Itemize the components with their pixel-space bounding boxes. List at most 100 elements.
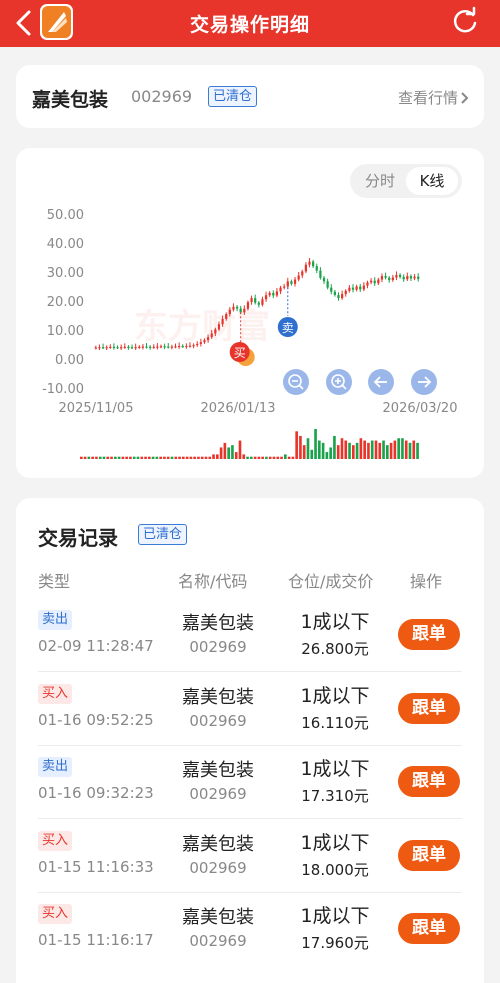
candle-body	[293, 279, 297, 284]
view-quote-link[interactable]: 查看行情	[398, 87, 470, 108]
volume-bar	[151, 456, 155, 459]
candle-body	[145, 346, 148, 348]
volume-bar	[359, 438, 363, 459]
candle-body	[225, 314, 228, 319]
candle-body	[348, 287, 351, 291]
trade-row: 卖出 02-09 11:28:47 嘉美包装 002969 1成以下 26.800元 跟单	[16, 599, 484, 672]
candle-body	[275, 291, 279, 296]
candle-body	[369, 280, 373, 283]
trade-type-badge: 卖出	[38, 757, 73, 777]
x-tick-label: 2025/11/05	[59, 401, 134, 416]
tab-kline[interactable]: K线	[406, 167, 458, 195]
volume-bar	[242, 454, 246, 459]
candle-body	[373, 280, 376, 284]
candle-body	[221, 318, 224, 325]
sell-marker-label: 卖	[282, 321, 294, 335]
volume-bar	[325, 452, 329, 459]
volume-bar	[306, 438, 310, 459]
chart-tab-group: 分时 K线	[350, 164, 462, 198]
candle-body	[239, 308, 242, 313]
volume-bar	[336, 445, 340, 459]
follow-button[interactable]: 跟单	[398, 766, 460, 797]
view-quote-label: 查看行情	[397, 89, 458, 107]
candle-body	[210, 333, 213, 338]
candle-body	[351, 287, 355, 290]
candle-body	[192, 345, 195, 347]
volume-bar	[159, 456, 162, 459]
trade-records-card: 交易记录 已清仓 类型 名称/代码 仓位/成交价 操作 卖出 02-09 11:2…	[16, 498, 484, 983]
volume-bar	[329, 447, 332, 459]
stock-code: 002969	[131, 87, 193, 106]
candle-body	[330, 287, 333, 292]
volume-bar	[397, 438, 400, 459]
candle-body	[127, 346, 130, 349]
candle-body	[185, 345, 188, 348]
candle-body	[141, 346, 145, 348]
volume-bar	[348, 442, 351, 459]
volume-bar	[189, 456, 193, 459]
y-tick-label: 50.00	[47, 208, 84, 223]
volume-bar	[318, 440, 321, 459]
zoom-out-icon[interactable]	[283, 369, 309, 395]
follow-button[interactable]: 跟单	[398, 840, 460, 871]
volume-bar	[208, 456, 212, 459]
volume-bar	[155, 456, 159, 459]
trade-stock-code: 002969	[189, 712, 247, 730]
volume-bar	[144, 456, 147, 459]
refresh-icon[interactable]	[450, 6, 480, 36]
volume-bar	[246, 456, 249, 459]
candle-body	[359, 286, 362, 290]
candle-body	[105, 347, 108, 349]
candle-body	[257, 302, 260, 305]
candle-body	[362, 285, 365, 290]
candle-body	[406, 276, 409, 280]
volume-bar	[83, 456, 87, 459]
volume-bar	[378, 442, 382, 459]
candle-body	[261, 299, 264, 305]
column-type: 类型	[38, 572, 71, 591]
volume-bar	[216, 454, 219, 459]
trade-time: 01-16 09:52:25	[38, 711, 154, 729]
chevron-right-icon	[461, 91, 469, 104]
tab-fenshi[interactable]: 分时	[354, 167, 406, 195]
volume-bar	[114, 456, 117, 459]
volume-bar	[95, 456, 98, 459]
page-title: 交易操作明细	[189, 14, 310, 36]
x-tick-label: 2026/03/20	[383, 401, 458, 416]
chart-card: 东方财富 50.00 40.00 30.00 20.00 10.00 0.00 -10.00 2…	[16, 148, 484, 478]
volume-bar	[268, 456, 272, 459]
follow-button[interactable]: 跟单	[398, 619, 460, 650]
volume-bar	[212, 454, 215, 459]
y-tick-label: 0.00	[55, 353, 84, 368]
candle-body	[366, 282, 369, 286]
candle-body	[254, 298, 257, 303]
zoom-in-icon[interactable]	[326, 369, 352, 395]
volume-bar	[382, 440, 385, 459]
candle-body	[94, 347, 97, 349]
watermark: 东方财富	[134, 307, 270, 347]
volume-bar	[238, 440, 242, 459]
trade-row: 卖出 01-16 09:32:23 嘉美包装 002969 1成以下 17.310元 跟单	[16, 746, 484, 819]
trades-title: 交易记录	[38, 526, 118, 550]
trade-price: 16.110元	[301, 714, 369, 732]
volume-bar	[363, 440, 366, 459]
candle-body	[109, 346, 112, 349]
candle-body	[322, 277, 326, 282]
volume-bar	[374, 440, 378, 459]
trade-type-badge: 卖出	[38, 610, 73, 630]
trade-price: 17.310元	[301, 787, 369, 805]
trade-row: 买入 01-15 11:16:33 嘉美包装 002969 1成以下 18.000元 跟单	[16, 820, 484, 893]
candle-body	[188, 345, 192, 347]
trade-price: 26.800元	[301, 640, 369, 658]
trade-position: 1成以下	[300, 832, 370, 854]
follow-button[interactable]: 跟单	[398, 913, 460, 944]
trade-type-badge: 买入	[38, 684, 73, 704]
follow-button[interactable]: 跟单	[398, 693, 460, 724]
volume-bar	[333, 435, 336, 459]
volume-bar	[200, 456, 204, 459]
volume-bar	[284, 454, 287, 459]
trade-time: 01-15 11:16:17	[38, 931, 154, 949]
volume-bar	[98, 456, 102, 459]
volume-bar	[280, 456, 283, 459]
candle-body	[395, 274, 398, 278]
